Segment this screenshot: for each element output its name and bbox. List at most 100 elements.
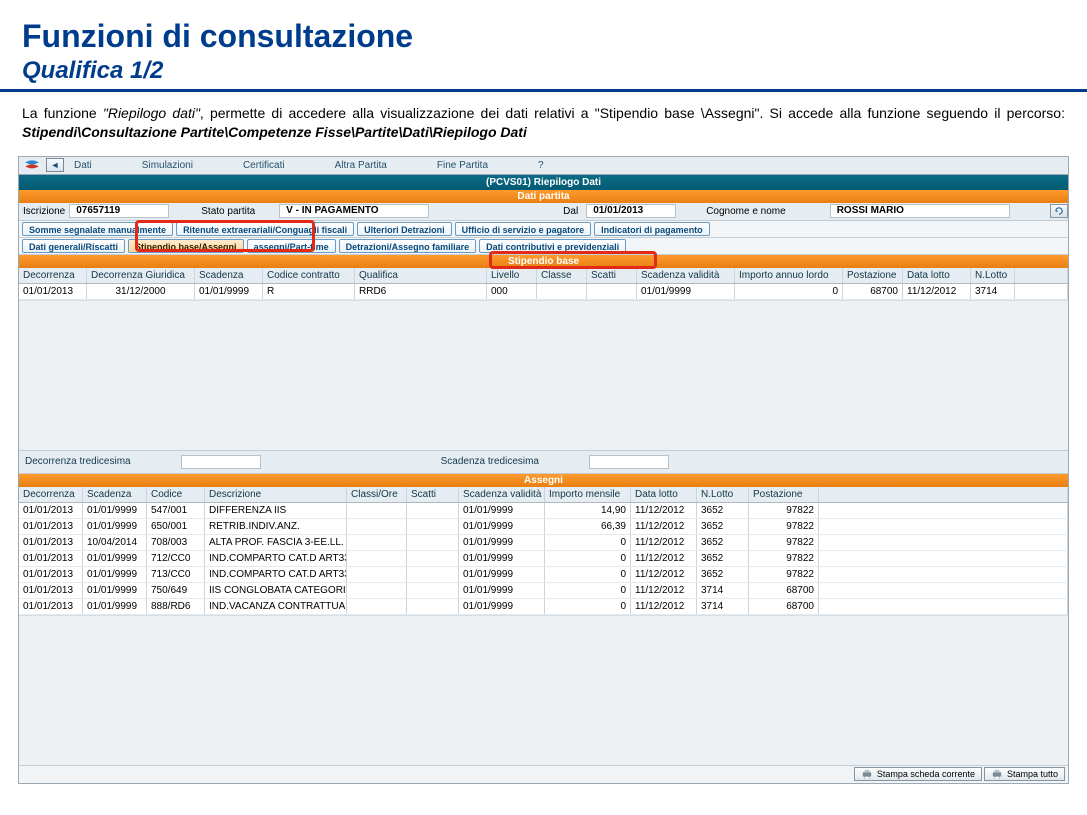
col-nlotto: N.Lotto (971, 268, 1015, 283)
tab-detrazioni-familiare[interactable]: Detrazioni/Assegno familiare (339, 239, 477, 253)
info-row: Iscrizione 07657119 Stato partita V - IN… (19, 203, 1068, 221)
menu-dati[interactable]: Dati (64, 160, 132, 171)
stipendio-row[interactable]: 01/01/2013 31/12/2000 01/01/9999 R RRD6 … (19, 284, 1068, 300)
tab-ulteriori-detrazioni[interactable]: Ulteriori Detrazioni (357, 222, 452, 236)
btn-stampa-corrente[interactable]: Stampa scheda corrente (854, 767, 982, 781)
cell: 97822 (749, 519, 819, 534)
assegni-row[interactable]: 01/01/201301/01/9999888/RD6IND.VACANZA C… (19, 599, 1068, 615)
tab-ufficio-servizio[interactable]: Ufficio di servizio e pagatore (455, 222, 592, 236)
btn-stampa-tutto[interactable]: Stampa tutto (984, 767, 1065, 781)
menu-certificati[interactable]: Certificati (233, 160, 325, 171)
cell (347, 551, 407, 566)
back-button[interactable]: ◄ (46, 158, 64, 172)
tab-ritenute[interactable]: Ritenute extraerariali/Conguagli fiscali (176, 222, 354, 236)
cell: IND.VACANZA CONTRATTUALE (205, 599, 347, 614)
col-scadenza: Scadenza (195, 268, 263, 283)
acol-data-lotto: Data lotto (631, 487, 697, 502)
cell: 0 (545, 599, 631, 614)
cell: 31/12/2000 (87, 284, 195, 299)
section-dati-partita: Dati partita (19, 190, 1068, 203)
cell: 01/01/9999 (83, 599, 147, 614)
input-scad-tredicesima[interactable] (589, 455, 669, 469)
printer-icon (991, 769, 1003, 779)
cell (819, 583, 1068, 598)
tab-row-1: Somme segnalate manualmente Ritenute ext… (19, 221, 1068, 238)
lbl-dec-tredicesima: Decorrenza tredicesima (25, 456, 131, 467)
col-postazione: Postazione (843, 268, 903, 283)
assegni-row[interactable]: 01/01/201301/01/9999650/001RETRIB.INDIV.… (19, 519, 1068, 535)
acol-classiore: Classi/Ore (347, 487, 407, 502)
cell: 547/001 (147, 503, 205, 518)
acol-importo: Importo mensile (545, 487, 631, 502)
assegni-row[interactable]: 01/01/201301/01/9999547/001DIFFERENZA II… (19, 503, 1068, 519)
tab-stipendio-base[interactable]: Stipendio base/Assegni (128, 239, 244, 253)
cell: 650/001 (147, 519, 205, 534)
cell: 3714 (971, 284, 1015, 299)
col-dec-giuridica: Decorrenza Giuridica (87, 268, 195, 283)
cell (347, 503, 407, 518)
cell: 01/01/9999 (459, 535, 545, 550)
cell: 97822 (749, 567, 819, 582)
cell: 97822 (749, 535, 819, 550)
col-scad-validita: Scadenza validità (637, 268, 735, 283)
cell: 3652 (697, 551, 749, 566)
menu-altra-partita[interactable]: Altra Partita (325, 160, 427, 171)
cell (407, 567, 459, 582)
assegni-row[interactable]: 01/01/201310/04/2014708/003ALTA PROF. FA… (19, 535, 1068, 551)
stipendio-header: Decorrenza Decorrenza Giuridica Scadenza… (19, 268, 1068, 284)
assegni-row[interactable]: 01/01/201301/01/9999713/CC0IND.COMPARTO … (19, 567, 1068, 583)
tab-somme-manuali[interactable]: Somme segnalate manualmente (22, 222, 173, 236)
refresh-icon[interactable] (1050, 204, 1068, 218)
tredicesima-row: Decorrenza tredicesima Scadenza tredices… (19, 450, 1068, 474)
cell: 000 (487, 284, 537, 299)
section-stipendio-base: Stipendio base (19, 255, 1068, 268)
intro-path: Stipendi\Consultazione Partite\Competenz… (22, 124, 527, 140)
cell: 14,90 (545, 503, 631, 518)
cell (819, 599, 1068, 614)
tab-dati-generali[interactable]: Dati generali/Riscatti (22, 239, 125, 253)
cell: 01/01/9999 (459, 583, 545, 598)
acol-codice: Codice (147, 487, 205, 502)
input-dec-tredicesima[interactable] (181, 455, 261, 469)
cell: 3714 (697, 583, 749, 598)
cell (819, 551, 1068, 566)
menu-help[interactable]: ? (528, 160, 584, 171)
cell: IIS CONGLOBATA CATEGORIA ... (205, 583, 347, 598)
acol-empty (819, 487, 1068, 502)
assegni-row[interactable]: 01/01/201301/01/9999712/CC0IND.COMPARTO … (19, 551, 1068, 567)
cell: IND.COMPARTO CAT.D ART33 ... (205, 551, 347, 566)
cell: 01/01/9999 (459, 551, 545, 566)
cell (347, 583, 407, 598)
cell: IND.COMPARTO CAT.D ART33 ... (205, 567, 347, 582)
cell (587, 284, 637, 299)
stipendio-grid: 01/01/2013 31/12/2000 01/01/9999 R RRD6 … (19, 284, 1068, 450)
cell (407, 535, 459, 550)
cell: 01/01/9999 (83, 583, 147, 598)
menu-simulazioni[interactable]: Simulazioni (132, 160, 233, 171)
section-assegni: Assegni (19, 474, 1068, 487)
acol-nlotto: N.Lotto (697, 487, 749, 502)
assegni-header: Decorrenza Scadenza Codice Descrizione C… (19, 487, 1068, 503)
cell: 713/CC0 (147, 567, 205, 582)
menubar: ◄ Dati Simulazioni Certificati Altra Par… (19, 157, 1068, 175)
cell: 01/01/9999 (459, 567, 545, 582)
cell: RETRIB.INDIV.ANZ. (205, 519, 347, 534)
tab-dati-contributivi[interactable]: Dati contributivi e previdenziali (479, 239, 626, 253)
cell: 97822 (749, 551, 819, 566)
cell: 01/01/9999 (83, 503, 147, 518)
assegni-blank (19, 615, 1068, 765)
btn-stampa-tutto-label: Stampa tutto (1007, 768, 1058, 780)
menu-fine-partita[interactable]: Fine Partita (427, 160, 528, 171)
assegni-row[interactable]: 01/01/201301/01/9999750/649IIS CONGLOBAT… (19, 583, 1068, 599)
acol-descrizione: Descrizione (205, 487, 347, 502)
stipendio-blank (19, 300, 1068, 450)
tab-indicatori-pagamento[interactable]: Indicatori di pagamento (594, 222, 710, 236)
intro-mid: , permette di accedere alla visualizzazi… (200, 105, 1065, 121)
val-stato: V - IN PAGAMENTO (279, 204, 429, 218)
cell: 0 (545, 551, 631, 566)
cell (819, 535, 1068, 550)
cell: 01/01/9999 (83, 567, 147, 582)
cell: 01/01/2013 (19, 284, 87, 299)
cell: 712/CC0 (147, 551, 205, 566)
tab-assegni-parttime[interactable]: assegni/Part-time (247, 239, 336, 253)
